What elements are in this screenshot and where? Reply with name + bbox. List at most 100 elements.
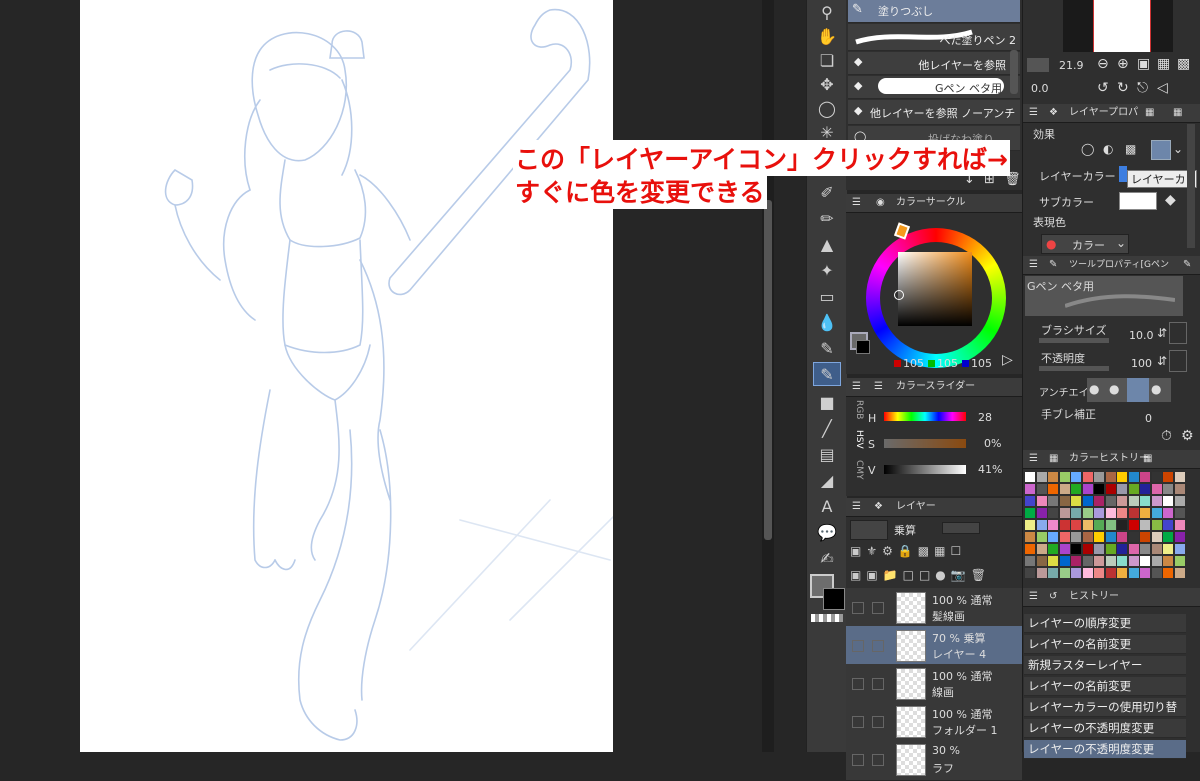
layer-color-button[interactable] xyxy=(1151,140,1171,160)
palette-swatch[interactable] xyxy=(1151,508,1162,518)
move-tool-icon[interactable]: ✥ xyxy=(813,72,841,96)
palette-swatch[interactable] xyxy=(1163,508,1173,518)
pencil-tool-icon[interactable]: ✏ xyxy=(813,206,841,230)
palette-swatch[interactable] xyxy=(1082,532,1093,542)
menu-icon[interactable]: ☰ xyxy=(1029,256,1038,274)
saturation-slider[interactable] xyxy=(884,439,966,448)
eraser-tool-icon[interactable]: ▭ xyxy=(813,284,841,308)
subtool-scrollbar[interactable] xyxy=(1010,50,1018,94)
blend-mode-select[interactable]: 乗算 xyxy=(894,522,916,538)
line-tool-icon[interactable]: ╱ xyxy=(813,416,841,440)
palette-swatch[interactable] xyxy=(1128,472,1139,482)
palette-swatch[interactable] xyxy=(1094,568,1104,578)
tab-layer-search-icon[interactable]: ▦ xyxy=(1145,104,1154,122)
palette-swatch[interactable] xyxy=(1105,556,1116,566)
blend-tool-icon[interactable]: 💧 xyxy=(813,310,841,334)
layer-row[interactable]: 100 % 通常 線画 xyxy=(846,664,1022,705)
history-item[interactable]: レイヤーの不透明度変更 xyxy=(1024,719,1186,738)
palette-swatch[interactable] xyxy=(1174,544,1185,554)
palette-swatch[interactable] xyxy=(1094,520,1104,530)
palette-swatch[interactable] xyxy=(1082,520,1093,530)
palette-swatch[interactable] xyxy=(1048,532,1058,542)
opacity-bar[interactable] xyxy=(1039,366,1109,371)
palette-swatch[interactable] xyxy=(1082,568,1093,578)
palette-swatch[interactable] xyxy=(1082,544,1093,554)
palette-swatch[interactable] xyxy=(1059,532,1070,542)
layer-color-swatch[interactable] xyxy=(1119,166,1127,182)
palette-swatch[interactable] xyxy=(1071,532,1081,542)
palette-swatch[interactable] xyxy=(1140,544,1150,554)
palette-swatch[interactable] xyxy=(1105,532,1116,542)
palette-swatch[interactable] xyxy=(1036,520,1047,530)
wrench-icon[interactable]: ✎ xyxy=(1183,256,1191,274)
palette-swatch[interactable] xyxy=(1174,472,1185,482)
palette-swatch[interactable] xyxy=(1082,556,1093,566)
palette-swatch[interactable] xyxy=(1036,568,1047,578)
palette-swatch[interactable] xyxy=(1151,568,1162,578)
palette-swatch[interactable] xyxy=(1163,472,1173,482)
palette-swatch[interactable] xyxy=(1117,520,1127,530)
subtool-item[interactable]: ◆ 他レイヤーを参照 xyxy=(848,52,1020,75)
menu-icon[interactable]: ☰ xyxy=(1029,104,1038,122)
palette-swatch[interactable] xyxy=(1151,532,1162,542)
history-item[interactable]: レイヤーの不透明度変更 xyxy=(1024,740,1186,759)
pen-tool-icon[interactable]: ✐ xyxy=(813,180,841,204)
palette-swatch[interactable] xyxy=(1105,472,1116,482)
flip-horizontal-icon[interactable]: ◁ xyxy=(1157,80,1168,96)
layer-row[interactable]: 100 % 通常 フォルダー 1 xyxy=(846,702,1022,743)
palette-swatch[interactable] xyxy=(1163,532,1173,542)
subtool-item[interactable]: べた塗りペン 2 xyxy=(848,24,1020,51)
palette-swatch[interactable] xyxy=(1163,544,1173,554)
color-history-palette[interactable] xyxy=(1025,472,1189,586)
palette-swatch[interactable] xyxy=(1174,484,1185,494)
palette-swatch[interactable] xyxy=(1140,568,1150,578)
visibility-toggle[interactable] xyxy=(852,716,864,728)
tab-rgb[interactable]: RGB xyxy=(846,400,864,419)
value-slider[interactable] xyxy=(884,465,966,474)
palette-swatch[interactable] xyxy=(1163,496,1173,506)
palette-swatch[interactable] xyxy=(1082,496,1093,506)
palette-swatch[interactable] xyxy=(1128,520,1139,530)
lasso-tool-icon[interactable]: ◯ xyxy=(813,96,841,120)
palette-swatch[interactable] xyxy=(1140,496,1150,506)
palette-swatch[interactable] xyxy=(1163,556,1173,566)
palette-swatch[interactable] xyxy=(1036,532,1047,542)
hand-tool-icon[interactable]: ✋ xyxy=(813,24,841,48)
palette-swatch[interactable] xyxy=(1082,472,1093,482)
wrench-icon[interactable]: ⚙ xyxy=(1181,428,1194,444)
palette-swatch[interactable] xyxy=(1025,544,1035,554)
lock-toggle[interactable] xyxy=(872,678,884,690)
fit-icon[interactable]: ▣ xyxy=(1137,56,1150,72)
balloon-tool-icon[interactable]: 💬 xyxy=(813,520,841,544)
tab-other-icon[interactable]: ▦ xyxy=(1173,104,1182,122)
palette-swatch[interactable] xyxy=(1059,496,1070,506)
zoom-in-icon[interactable]: ⊕ xyxy=(1117,56,1129,72)
color-picker-handle[interactable] xyxy=(894,290,904,300)
transparent-color-swatch[interactable] xyxy=(811,614,843,622)
palette-swatch[interactable] xyxy=(1025,508,1035,518)
palette-swatch[interactable] xyxy=(1163,568,1173,578)
antialias-medium-selected[interactable] xyxy=(1127,378,1149,402)
visibility-toggle[interactable] xyxy=(852,754,864,766)
palette-swatch[interactable] xyxy=(1048,520,1058,530)
opacity-value[interactable]: 100 xyxy=(1131,357,1152,370)
palette-swatch[interactable] xyxy=(1071,472,1081,482)
layer-color-dropdown[interactable] xyxy=(850,520,888,540)
zoom-out-icon[interactable]: ⊖ xyxy=(1097,56,1109,72)
palette-swatch[interactable] xyxy=(1071,544,1081,554)
tab-cmy[interactable]: CMY xyxy=(846,460,864,480)
palette-swatch[interactable] xyxy=(1036,508,1047,518)
menu-icon[interactable]: ☰ xyxy=(852,498,861,516)
pressure-icon[interactable] xyxy=(1169,322,1187,344)
palette-swatch[interactable] xyxy=(1128,484,1139,494)
palette-swatch[interactable] xyxy=(1048,484,1058,494)
palette-swatch[interactable] xyxy=(1082,484,1093,494)
lock-toggle[interactable] xyxy=(872,716,884,728)
layer-toolbar-row1[interactable]: ▣⚜⚙🔒▩▦☐ xyxy=(850,544,1018,562)
palette-swatch[interactable] xyxy=(1140,484,1150,494)
palette-swatch[interactable] xyxy=(1174,520,1185,530)
palette-swatch[interactable] xyxy=(1151,496,1162,506)
layer-toolbar-row2[interactable]: ▣▣📁□□●📷🗑 xyxy=(850,568,1018,586)
actual-size-icon[interactable]: ▦ xyxy=(1157,56,1170,72)
drawing-canvas[interactable] xyxy=(80,0,613,752)
